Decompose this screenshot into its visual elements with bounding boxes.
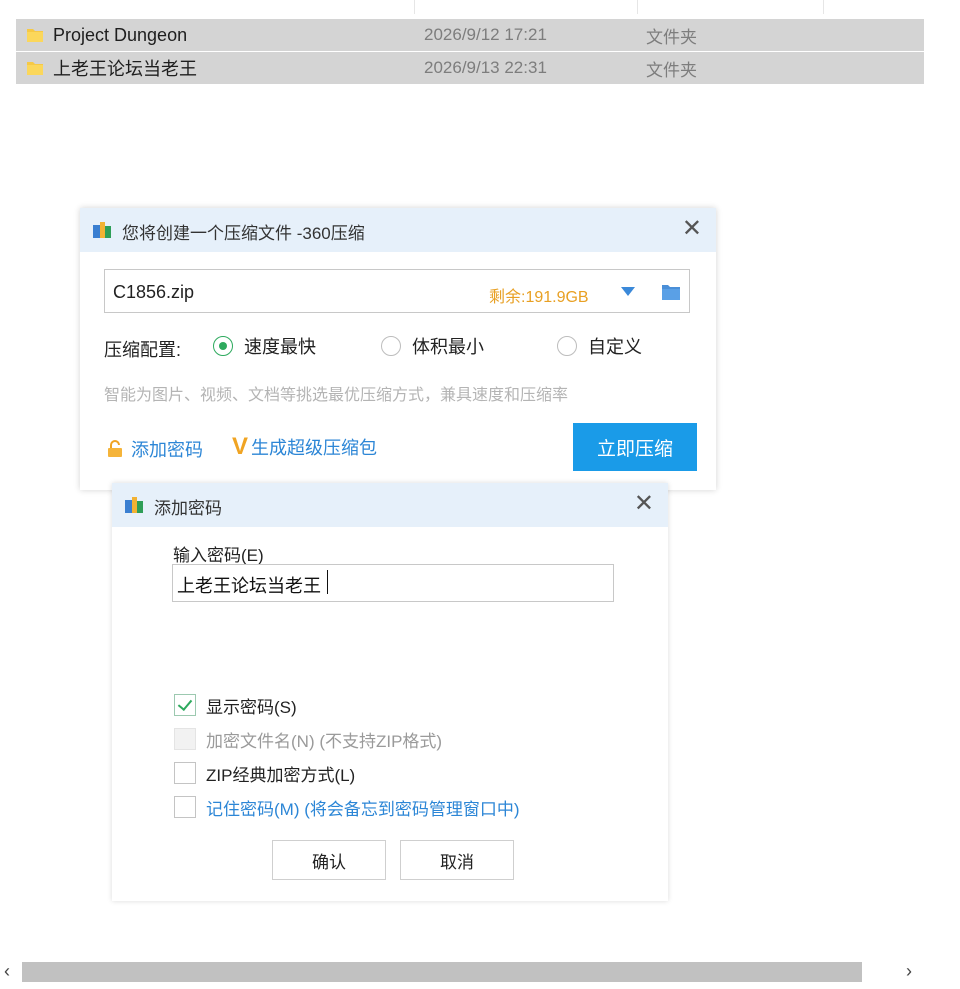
checkbox-label: ZIP经典加密方式(L) <box>206 765 356 785</box>
password-input-label: 输入密码(E) <box>173 546 264 565</box>
password-dialog: 添加密码 ✕ 输入密码(E) 上老王论坛当老王 显示密码(S) 加密文件名(N)… <box>112 483 668 901</box>
radio-fastest[interactable]: 速度最快 <box>213 333 316 359</box>
remember-password-checkbox[interactable]: 记住密码(M) (将会备忘到密码管理窗口中) <box>174 795 520 819</box>
checkbox-label: 显示密码(S) <box>206 697 297 717</box>
checkbox-label: 加密文件名(N) (不支持ZIP格式) <box>206 731 443 751</box>
file-row[interactable]: 上老王论坛当老王 2026/9/13 22:31 文件夹 <box>16 52 924 84</box>
folder-icon <box>27 29 43 42</box>
column-separator <box>414 0 415 14</box>
file-date: 2026/9/12 17:21 <box>424 25 547 44</box>
file-type: 文件夹 <box>646 60 697 80</box>
scroll-left-icon[interactable]: ‹ <box>4 961 10 982</box>
file-name: 上老王论坛当老王 <box>53 59 197 79</box>
confirm-button[interactable]: 确认 <box>272 840 386 880</box>
column-separator <box>637 0 638 14</box>
radio-smallest[interactable]: 体积最小 <box>381 333 484 359</box>
scrollbar-thumb[interactable] <box>22 962 862 982</box>
folder-browse-icon[interactable] <box>661 283 681 301</box>
archive-filename[interactable]: C1856.zip <box>113 282 194 303</box>
compress-now-button[interactable]: 立即压缩 <box>573 423 697 471</box>
column-separator <box>823 0 824 14</box>
radio-unchecked-icon <box>557 336 577 356</box>
zip-classic-encryption-checkbox[interactable]: ZIP经典加密方式(L) <box>174 761 355 785</box>
file-type: 文件夹 <box>646 27 697 47</box>
scroll-right-icon[interactable]: › <box>906 961 912 982</box>
add-password-link[interactable]: 添加密码 <box>106 436 203 462</box>
app-logo-icon <box>125 497 143 513</box>
file-name: Project Dungeon <box>53 24 188 45</box>
super-package-link[interactable]: V 生成超级压缩包 <box>232 434 377 460</box>
v-badge-icon: V <box>232 433 249 460</box>
radio-checked-icon <box>213 336 233 356</box>
compression-config-label: 压缩配置: <box>104 340 182 360</box>
text-caret <box>327 570 328 594</box>
add-password-label: 添加密码 <box>131 440 203 460</box>
horizontal-scrollbar[interactable]: ‹ › <box>0 960 930 986</box>
archive-path-field[interactable]: C1856.zip 剩余:191.9GB <box>104 269 690 313</box>
cancel-button[interactable]: 取消 <box>400 840 514 880</box>
compress-dialog-title: 您将创建一个压缩文件 -360压缩 <box>122 224 365 243</box>
free-space-label: 剩余:191.9GB <box>489 289 589 306</box>
password-dialog-titlebar[interactable]: 添加密码 ✕ <box>112 483 668 527</box>
password-value: 上老王论坛当老王 <box>177 576 321 596</box>
show-password-checkbox[interactable]: 显示密码(S) <box>174 693 297 717</box>
password-input[interactable]: 上老王论坛当老王 <box>172 564 614 602</box>
radio-custom[interactable]: 自定义 <box>557 333 642 359</box>
radio-label: 自定义 <box>588 337 642 357</box>
file-row[interactable]: Project Dungeon 2026/9/12 17:21 文件夹 <box>16 19 924 51</box>
password-dialog-title: 添加密码 <box>154 499 222 518</box>
radio-label: 体积最小 <box>412 337 484 357</box>
encrypt-filename-checkbox: 加密文件名(N) (不支持ZIP格式) <box>174 727 442 751</box>
radio-unchecked-icon <box>381 336 401 356</box>
checkbox-unchecked-icon <box>174 796 196 818</box>
checkbox-checked-icon <box>174 694 196 716</box>
folder-icon <box>27 62 43 75</box>
radio-label: 速度最快 <box>244 337 316 357</box>
checkbox-label: 记住密码(M) (将会备忘到密码管理窗口中) <box>206 799 520 819</box>
checkbox-disabled-icon <box>174 728 196 750</box>
checkbox-unchecked-icon <box>174 762 196 784</box>
compression-hint: 智能为图片、视频、文档等挑选最优压缩方式，兼具速度和压缩率 <box>104 387 569 404</box>
chevron-down-icon[interactable] <box>621 287 635 296</box>
file-date: 2026/9/13 22:31 <box>424 58 547 77</box>
lock-icon <box>108 440 122 457</box>
app-logo-icon <box>93 222 111 238</box>
super-package-label: 生成超级压缩包 <box>251 438 378 458</box>
compress-dialog: 您将创建一个压缩文件 -360压缩 ✕ C1856.zip 剩余:191.9GB… <box>80 208 716 490</box>
close-icon[interactable]: ✕ <box>682 216 702 242</box>
close-icon[interactable]: ✕ <box>634 491 654 517</box>
compress-dialog-titlebar[interactable]: 您将创建一个压缩文件 -360压缩 ✕ <box>80 208 716 252</box>
